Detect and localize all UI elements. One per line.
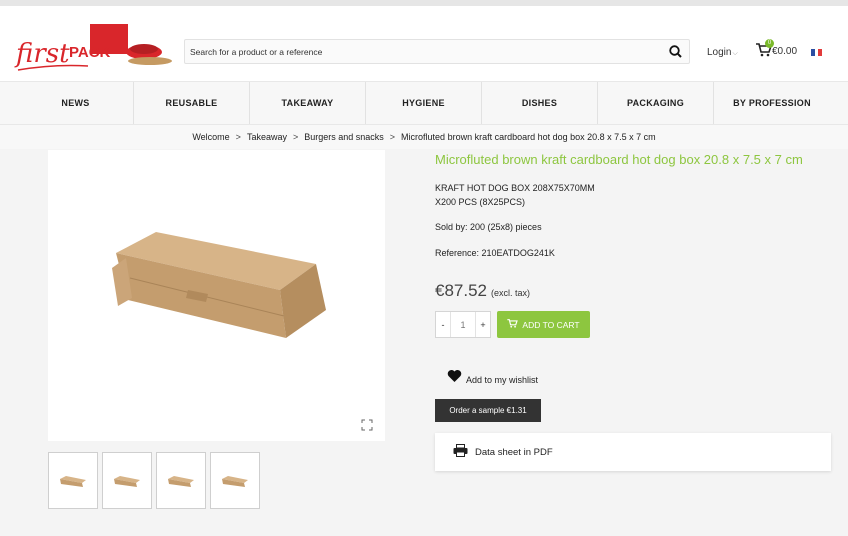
- flag-fr-icon[interactable]: [811, 49, 823, 56]
- data-sheet-label: Data sheet in PDF: [475, 446, 553, 458]
- nav-item-by-profession[interactable]: BY PROFESSION: [714, 82, 830, 124]
- nav-item-news[interactable]: NEWS: [18, 82, 134, 124]
- product-thumbnail[interactable]: [102, 452, 152, 509]
- product-thumbnail[interactable]: [156, 452, 206, 509]
- increase-quantity-button[interactable]: +: [476, 312, 490, 337]
- nav-item-reusable[interactable]: REUSABLE: [134, 82, 250, 124]
- login-link[interactable]: Login⌵: [707, 47, 738, 58]
- product-description: KRAFT HOT DOG BOX 208X75X70MM X200 PCS (…: [435, 181, 635, 209]
- chevron-down-icon: ⌵: [732, 50, 738, 57]
- price-value: €87.52: [435, 281, 487, 300]
- decrease-quantity-button[interactable]: -: [436, 312, 450, 337]
- order-sample-button[interactable]: Order a sample €1.31: [435, 399, 541, 422]
- breadcrumb-burgers-snacks[interactable]: Burgers and snacks: [304, 132, 384, 142]
- nav-item-packaging[interactable]: PACKAGING: [598, 82, 714, 124]
- breadcrumb-separator: >: [292, 132, 299, 142]
- description-line: X200 PCS (8X25PCS): [435, 197, 526, 207]
- nav-item-hygiene[interactable]: HYGIENE: [366, 82, 482, 124]
- description-line: KRAFT HOT DOG BOX 208X75X70MM: [435, 183, 595, 193]
- add-to-wishlist-link[interactable]: Add to my wishlist: [447, 369, 538, 385]
- breadcrumb-separator: >: [235, 132, 241, 142]
- main-nav: NEWS REUSABLE TAKEAWAY HYGIENE DISHES PA…: [0, 81, 848, 125]
- site-header: first PACK Login⌵ 0 €0.00: [0, 6, 848, 81]
- firstpack-logo[interactable]: first PACK: [14, 22, 174, 80]
- product-thumbnail[interactable]: [210, 452, 260, 509]
- nav-item-dishes[interactable]: DISHES: [482, 82, 598, 124]
- data-sheet-pdf-link[interactable]: Data sheet in PDF: [435, 433, 831, 471]
- search-bar: [184, 39, 690, 64]
- cart-icon: [507, 319, 519, 330]
- breadcrumb-separator: >: [389, 132, 396, 142]
- breadcrumb-welcome[interactable]: Welcome: [192, 132, 229, 142]
- cart-amount[interactable]: €0.00: [772, 46, 797, 57]
- product-thumbnail[interactable]: [48, 452, 98, 509]
- add-to-cart-button[interactable]: ADD TO CART: [497, 311, 590, 338]
- product-title: Microfluted brown kraft cardboard hot do…: [435, 152, 803, 167]
- nav-item-takeaway[interactable]: TAKEAWAY: [250, 82, 366, 124]
- svg-text:first: first: [14, 39, 70, 69]
- breadcrumb-current: Microfluted brown kraft cardboard hot do…: [401, 132, 656, 142]
- search-input[interactable]: [185, 40, 655, 63]
- sold-by: Sold by: 200 (25x8) pieces: [435, 222, 542, 232]
- expand-icon[interactable]: [361, 418, 373, 431]
- printer-icon: [453, 444, 468, 460]
- price-note: (excl. tax): [491, 288, 531, 298]
- cart-icon[interactable]: 0: [756, 39, 774, 62]
- wishlist-label: Add to my wishlist: [466, 375, 539, 385]
- svg-text:PACK: PACK: [69, 44, 111, 61]
- product-price: €87.52 (excl. tax): [435, 281, 530, 301]
- search-icon[interactable]: [667, 43, 685, 61]
- thumbnail-strip: [48, 452, 260, 509]
- quantity-input[interactable]: 1: [450, 312, 476, 337]
- quantity-stepper: - 1 +: [435, 311, 491, 338]
- login-label: Login: [707, 47, 732, 58]
- heart-icon: [447, 369, 462, 385]
- breadcrumb-takeaway[interactable]: Takeaway: [247, 132, 287, 142]
- add-to-cart-label: ADD TO CART: [522, 319, 580, 330]
- breadcrumb: Welcome > Takeaway > Burgers and snacks …: [0, 125, 848, 149]
- product-reference: Reference: 210EATDOG241K: [435, 248, 555, 258]
- product-main-image[interactable]: [48, 150, 385, 441]
